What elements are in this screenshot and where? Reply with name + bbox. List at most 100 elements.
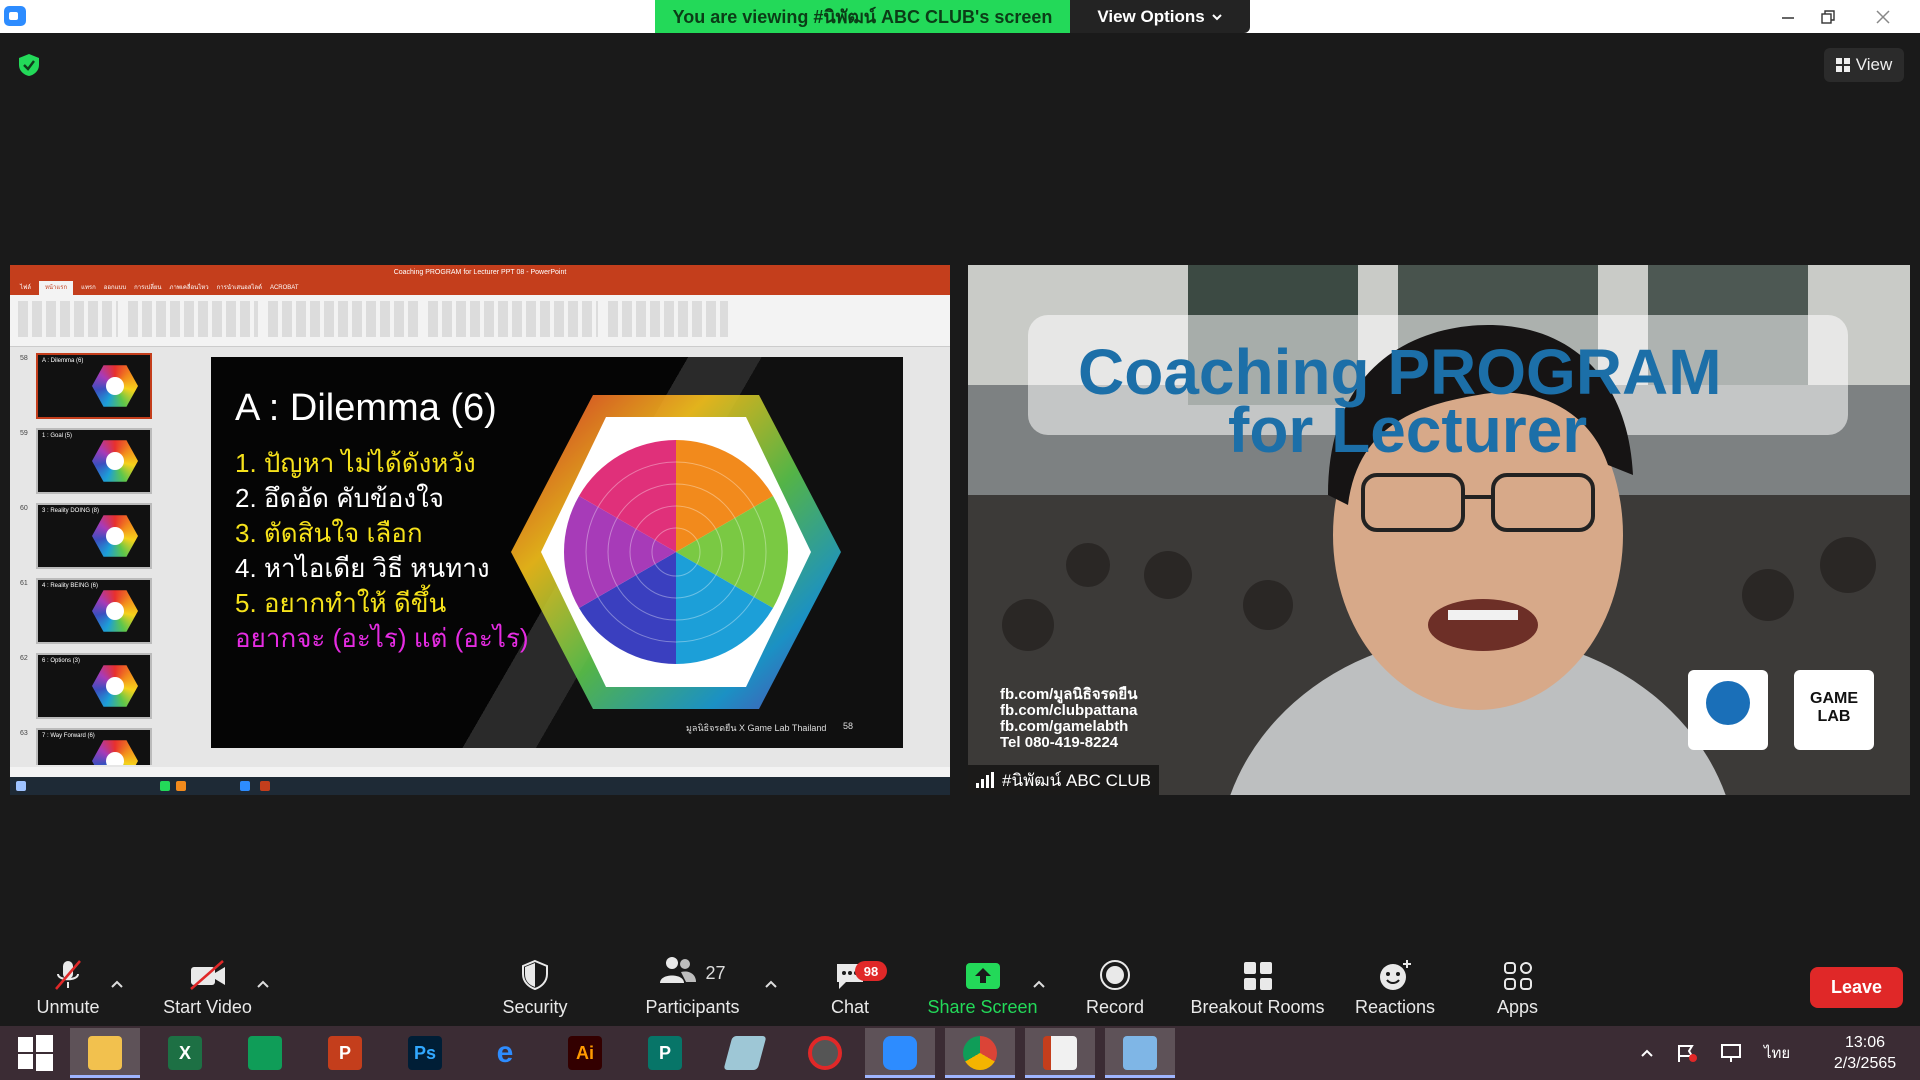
- start-button[interactable]: [0, 1028, 70, 1078]
- view-options-button[interactable]: View Options: [1070, 0, 1250, 33]
- gamelab-logo: GAME LAB: [1810, 690, 1858, 725]
- security-button[interactable]: Security: [490, 955, 580, 1026]
- encryption-shield-icon[interactable]: [18, 53, 40, 77]
- show-hidden-icons-chevron-icon[interactable]: [1640, 1046, 1654, 1060]
- breakout-rooms-button[interactable]: Breakout Rooms: [1185, 955, 1330, 1026]
- breakout-rooms-label: Breakout Rooms: [1190, 997, 1325, 1017]
- ppt-tab: การนำเสนอสไลด์: [216, 285, 262, 291]
- chat-unread-badge: 98: [855, 961, 887, 981]
- slide-thumbnail[interactable]: 59 1 : Goal (5): [20, 428, 152, 494]
- signal-strength-icon: [976, 772, 994, 788]
- zoom-logo-icon: [4, 6, 26, 26]
- slide-title: A : Dilemma (6): [235, 387, 497, 429]
- slide-thumbnail[interactable]: 60 3 : Reality DOING (8): [20, 503, 152, 569]
- store-taskbar-item[interactable]: [230, 1028, 300, 1078]
- participant-video: Coaching PROGRAM for Lecturer fb.com/มูล…: [968, 265, 1910, 795]
- wheel-thumbnail-image: [92, 590, 138, 632]
- view-button[interactable]: View: [1824, 48, 1904, 82]
- record-icon: [1100, 960, 1130, 990]
- minimize-icon: [1782, 16, 1794, 19]
- internet-explorer-icon: e: [496, 1036, 514, 1069]
- remote-desktop-icon: [1123, 1036, 1157, 1070]
- wheel-thumbnail-image: [92, 440, 138, 482]
- record-button[interactable]: Record: [1075, 955, 1155, 1026]
- chat-label: Chat: [830, 997, 870, 1017]
- video-options-caret-icon[interactable]: [253, 975, 273, 995]
- clock-date: 2/3/2565: [1833, 1055, 1897, 1072]
- share-screen-icon: [965, 963, 1000, 989]
- participants-label: Participants: [645, 997, 740, 1017]
- illustrator-icon: Ai: [568, 1036, 602, 1070]
- notepad-icon: [723, 1036, 767, 1070]
- powerpoint-window-taskbar-item[interactable]: [1025, 1028, 1095, 1078]
- screen-capture-taskbar-item[interactable]: [790, 1028, 860, 1078]
- slide-thumbnail[interactable]: 63 7 : Way Forward (6): [20, 728, 152, 765]
- viewing-screen-banner: You are viewing #นิพัฒน์ ABC CLUB's scre…: [655, 0, 1070, 33]
- audio-options-caret-icon[interactable]: [107, 975, 127, 995]
- hexagon-wheel-graphic: [511, 395, 841, 709]
- notes-taskbar-item[interactable]: [710, 1028, 780, 1078]
- action-center-flag-icon[interactable]: [1676, 1043, 1698, 1063]
- record-label: Record: [1085, 997, 1145, 1017]
- remote-app-taskbar-item[interactable]: [1105, 1028, 1175, 1078]
- reactions-button[interactable]: Reactions: [1350, 955, 1440, 1026]
- powerpoint-taskbar-item[interactable]: P: [310, 1028, 380, 1078]
- clock-time: 13:06: [1844, 1034, 1886, 1051]
- share-screen-button[interactable]: Share Screen: [920, 955, 1045, 1026]
- restore-button[interactable]: [1805, 0, 1851, 33]
- window-title-bar: You are viewing #นิพัฒน์ ABC CLUB's scre…: [0, 0, 1920, 33]
- restore-icon: [1821, 9, 1835, 24]
- illustrator-taskbar-item[interactable]: Ai: [550, 1028, 620, 1078]
- ppt-ribbon-tabs: ไฟล์ หน้าแรก แทรก ออกแบบ การเปลี่ยน ภาพเ…: [10, 281, 950, 295]
- publisher-taskbar-item[interactable]: P: [630, 1028, 700, 1078]
- photoshop-icon: Ps: [408, 1036, 442, 1070]
- participants-count: 27: [705, 962, 726, 983]
- file-explorer-taskbar-item[interactable]: [70, 1028, 140, 1078]
- excel-icon: X: [168, 1036, 202, 1070]
- chrome-taskbar-item[interactable]: [945, 1028, 1015, 1078]
- share-options-caret-icon[interactable]: [1029, 975, 1049, 995]
- participants-button[interactable]: 27 Participants: [640, 955, 745, 1026]
- unmute-button[interactable]: Unmute: [28, 955, 108, 1026]
- slide-thumbnail[interactable]: 62 6 : Options (3): [20, 653, 152, 719]
- participants-options-caret-icon[interactable]: [761, 975, 781, 995]
- reactions-label: Reactions: [1354, 997, 1436, 1017]
- ppt-tab: ACROBAT: [269, 285, 299, 291]
- video-camera-off-icon: [189, 960, 225, 990]
- network-icon[interactable]: [1720, 1043, 1742, 1063]
- excel-taskbar-item[interactable]: X: [150, 1028, 220, 1078]
- apps-icon: [1503, 962, 1532, 990]
- contact-info: fb.com/มูลนิธิจรดยืน fb.com/clubpattana …: [1000, 686, 1138, 751]
- internet-explorer-taskbar-item[interactable]: e: [470, 1028, 540, 1078]
- wheel-thumbnail-image: [92, 665, 138, 707]
- view-options-label: View Options: [1097, 6, 1205, 26]
- photoshop-taskbar-item[interactable]: Ps: [390, 1028, 460, 1078]
- ppt-tab: แทรก: [81, 285, 96, 291]
- grid-view-icon: [1835, 58, 1850, 72]
- slide-line-6: อยากจะ (อะไร) แต่ (อะไร): [235, 623, 529, 653]
- apps-button[interactable]: Apps: [1480, 955, 1555, 1026]
- breakout-rooms-icon: [1243, 962, 1272, 990]
- publisher-icon: P: [648, 1036, 682, 1070]
- shared-screen: Coaching PROGRAM for Lecturer PPT 08 - P…: [10, 265, 950, 795]
- start-video-button[interactable]: Start Video: [155, 955, 260, 1026]
- ppt-tab: หน้าแรก: [38, 281, 74, 295]
- zoom-app-icon: [883, 1036, 917, 1070]
- close-button[interactable]: [1860, 0, 1906, 33]
- security-shield-icon: [522, 959, 548, 991]
- windows-logo-icon: [18, 1035, 53, 1071]
- slide-thumbnail[interactable]: 61 4 : Reality BEING (6): [20, 578, 152, 644]
- slide-thumbnail[interactable]: 58 A : Dilemma (6): [20, 353, 152, 419]
- ppt-tab: ไฟล์: [20, 285, 31, 291]
- start-video-label: Start Video: [163, 997, 252, 1017]
- meeting-stage: View Coaching PROGRAM for Lecturer PPT 0…: [0, 33, 1920, 955]
- zoom-taskbar-item[interactable]: [865, 1028, 935, 1078]
- remote-taskbar: [10, 777, 950, 795]
- microphone-muted-icon: [55, 960, 81, 990]
- system-clock[interactable]: 13:06 2/3/2565: [1815, 1032, 1915, 1074]
- input-language-indicator[interactable]: ไทย: [1764, 1041, 1790, 1065]
- participants-icon: [660, 957, 697, 983]
- unmute-label: Unmute: [36, 997, 100, 1017]
- leave-button[interactable]: Leave: [1810, 967, 1903, 1008]
- ppt-title-bar: Coaching PROGRAM for Lecturer PPT 08 - P…: [10, 265, 950, 281]
